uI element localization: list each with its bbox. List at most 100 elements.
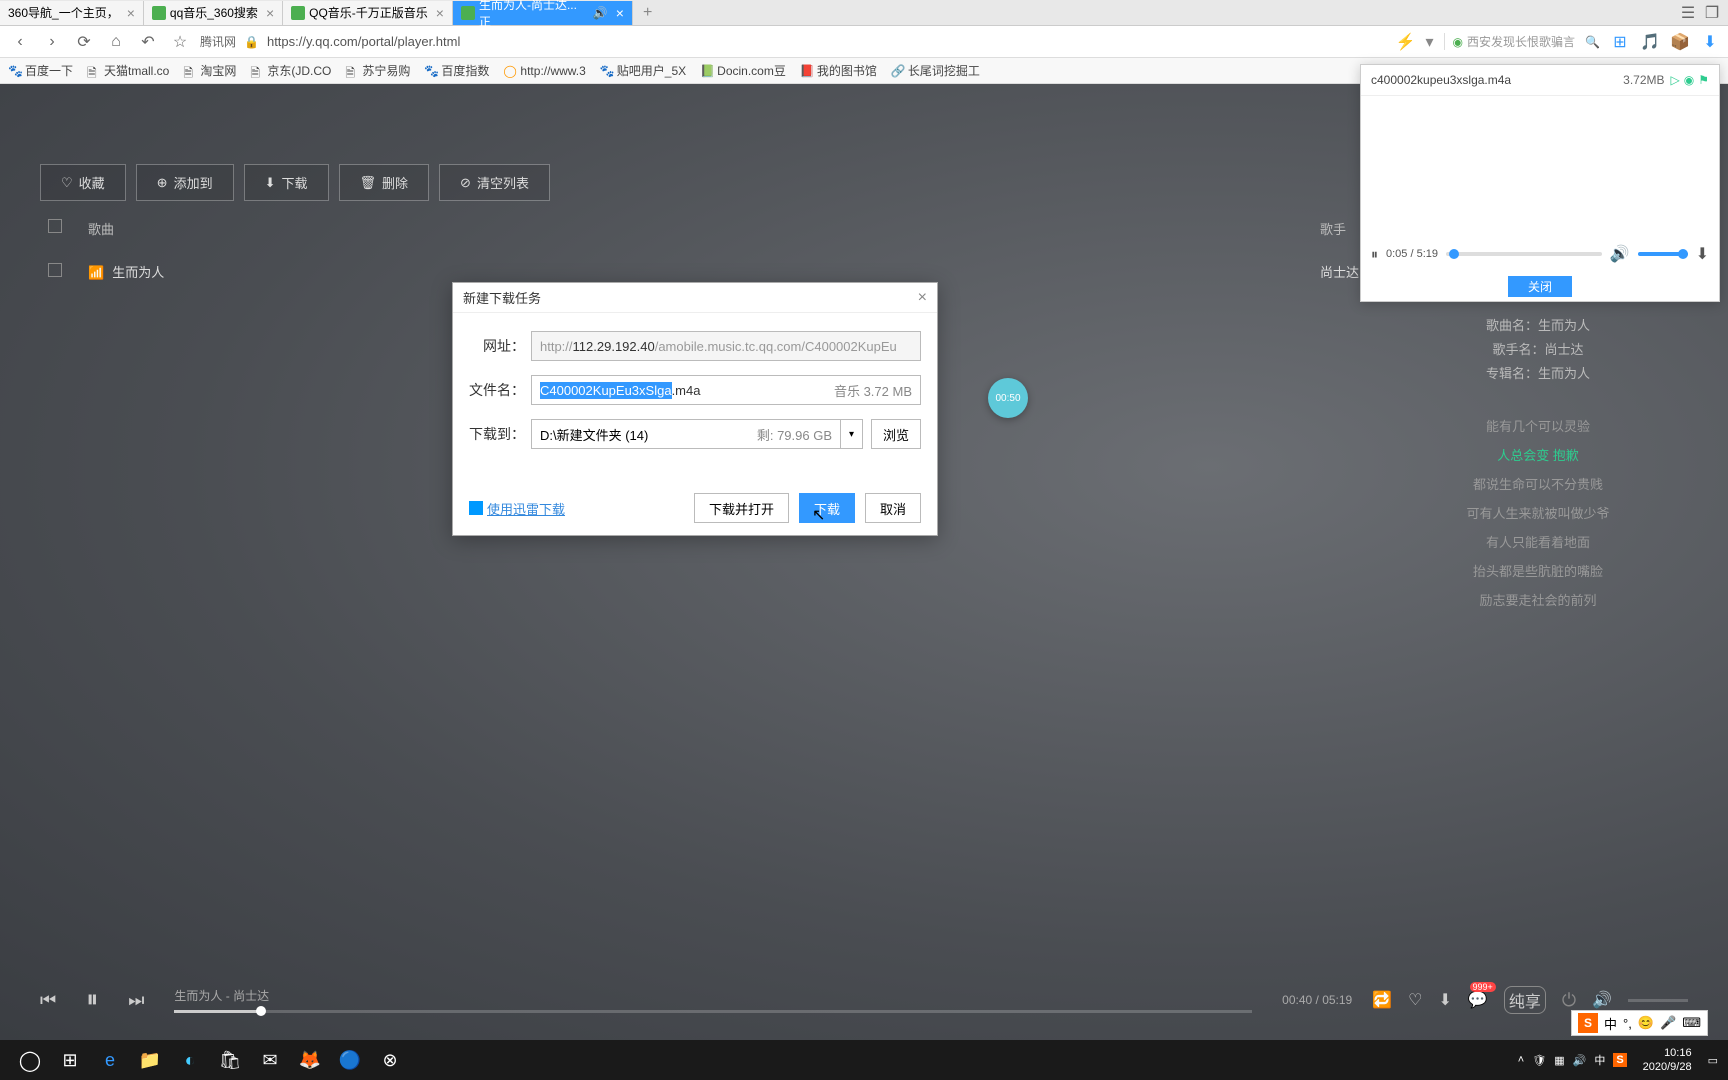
bookmark-item[interactable]: 🗎淘宝网 [183, 62, 236, 79]
tab-3-active[interactable]: 生而为人-尚士达...正🔊× [453, 1, 633, 25]
download-and-open-button[interactable]: 下载并打开 [694, 493, 789, 523]
search-input[interactable]: ◉ 西安发现长恨歌骗言 🔍 [1444, 33, 1600, 50]
ime-mode[interactable]: 中 [1604, 1014, 1617, 1033]
tab-1[interactable]: qq音乐_360搜索× [144, 1, 283, 25]
undo-button[interactable]: ↶ [136, 30, 160, 54]
bookmark-item[interactable]: 🗎京东(JD.CO [250, 62, 331, 79]
new-tab-button[interactable]: + [633, 4, 662, 22]
thunder-download-link[interactable]: 使用迅雷下载 [469, 499, 565, 518]
back-button[interactable]: ‹ [8, 30, 32, 54]
checkbox[interactable] [48, 263, 62, 277]
browse-button[interactable]: 浏览 [871, 419, 921, 449]
volume-slider[interactable] [1628, 999, 1688, 1002]
cancel-button[interactable]: 取消 [865, 493, 921, 523]
close-panel-button[interactable]: 关闭 [1508, 276, 1572, 297]
close-icon[interactable]: × [918, 289, 927, 307]
bookmark-item[interactable]: ◯http://www.3 [503, 64, 585, 78]
close-icon[interactable]: × [266, 5, 274, 21]
bookmark-item[interactable]: 🐾百度指数 [424, 62, 489, 79]
ime-toolbar[interactable]: S 中 °, 😊 🎤 ⌨ [1571, 1010, 1708, 1036]
open-icon[interactable]: ◉ [1684, 73, 1694, 87]
dialog-titlebar[interactable]: 新建下载任务 × [453, 283, 937, 313]
progress-slider[interactable] [174, 1010, 1252, 1013]
app-icon[interactable]: ⊗ [370, 1040, 410, 1080]
search-icon[interactable]: 🔍 [1585, 35, 1600, 49]
download-button[interactable]: 下载 [799, 493, 855, 523]
edge-icon[interactable]: e [90, 1040, 130, 1080]
play-icon[interactable]: ▷ [1671, 73, 1680, 87]
music-icon[interactable]: 🎵 [1640, 32, 1660, 52]
bookmark-item[interactable]: 🔗长尾词挖掘工 [891, 62, 980, 79]
path-input[interactable]: D:\新建文件夹 (14) 剩: 79.96 GB [531, 419, 841, 449]
floating-timer-bubble[interactable]: 00:50 [988, 378, 1028, 418]
chrome-icon[interactable]: 🔵 [330, 1040, 370, 1080]
flash-icon[interactable]: ⚡ [1396, 32, 1416, 52]
url-input[interactable]: https://y.qq.com/portal/player.html [267, 34, 460, 49]
pause-button[interactable]: ⏸ [1371, 246, 1378, 263]
bookmark-item[interactable]: 📗Docin.com豆 [700, 62, 786, 79]
checkbox[interactable] [48, 219, 62, 233]
sogou-tray-icon[interactable]: S [1613, 1053, 1626, 1067]
explorer-icon[interactable]: 📁 [130, 1040, 170, 1080]
pause-button[interactable]: ⏸ [86, 986, 98, 1014]
path-dropdown-button[interactable]: ▾ [841, 419, 863, 449]
dropdown-icon[interactable]: ▾ [1426, 32, 1434, 52]
tray-volume-icon[interactable]: 🔊 [1573, 1054, 1587, 1067]
bookmark-item[interactable]: 🐾百度一下 [8, 62, 73, 79]
preview-volume[interactable] [1638, 252, 1688, 256]
menu-icon[interactable]: ☰ [1680, 5, 1696, 21]
ime-keyboard-icon[interactable]: ⌨ [1682, 1015, 1701, 1031]
tray-security-icon[interactable]: 🛡 [1532, 1054, 1546, 1067]
forward-button[interactable]: › [40, 30, 64, 54]
close-icon[interactable]: × [127, 5, 135, 21]
mail-icon[interactable]: ✉ [250, 1040, 290, 1080]
restore-icon[interactable]: ❐ [1704, 5, 1720, 21]
tab-0[interactable]: 360导航_一个主页，× [0, 1, 144, 25]
tab-2[interactable]: QQ音乐-千万正版音乐× [283, 1, 453, 25]
loop-button[interactable]: 🔁 [1372, 990, 1392, 1010]
browser-icon[interactable]: ◐ [170, 1040, 210, 1080]
volume-button[interactable]: 🔊 [1592, 990, 1612, 1010]
delete-button[interactable]: 🗑删除 [339, 164, 430, 201]
add-to-button[interactable]: ⊕添加到 [136, 164, 234, 201]
download-button[interactable]: ⬇ [1438, 990, 1451, 1010]
download-button[interactable]: ⬇下载 [244, 164, 329, 201]
ime-mic-icon[interactable]: 🎤 [1660, 1015, 1676, 1031]
download-icon[interactable]: ⬇ [1700, 32, 1720, 52]
bookmark-item[interactable]: 🗎苏宁易购 [345, 62, 410, 79]
ime-punct-icon[interactable]: °, [1623, 1016, 1632, 1031]
bookmark-item[interactable]: 🐾贴吧用户_5X [600, 62, 686, 79]
sogou-ime-icon[interactable]: S [1578, 1013, 1598, 1033]
extension-icon[interactable]: 📦 [1670, 32, 1690, 52]
start-button[interactable]: ◯ [10, 1040, 50, 1080]
bookmark-item[interactable]: 📕我的图书馆 [800, 62, 877, 79]
ime-emoji-icon[interactable]: 😊 [1638, 1015, 1654, 1031]
tray-ime-icon[interactable]: 中 [1594, 1052, 1605, 1068]
volume-icon[interactable]: 🔊 [1610, 244, 1630, 264]
reload-button[interactable]: ⟳ [72, 30, 96, 54]
comment-button[interactable]: 💬999+ [1468, 990, 1488, 1010]
store-icon[interactable]: 🛍 [210, 1040, 250, 1080]
like-button[interactable]: ♡ [1408, 990, 1422, 1010]
flag-icon[interactable]: ⚑ [1698, 73, 1709, 87]
favorite-button[interactable]: ♡收藏 [40, 164, 126, 201]
download-icon[interactable]: ⬇ [1696, 244, 1709, 264]
filename-input[interactable]: C400002KupEu3xSlga.m4a 音乐 3.72 MB [531, 375, 921, 405]
apps-icon[interactable]: ⊞ [1610, 32, 1630, 52]
firefox-icon[interactable]: 🦊 [290, 1040, 330, 1080]
preview-progress[interactable] [1446, 252, 1602, 256]
clear-button[interactable]: ⊘清空列表 [439, 164, 550, 201]
tray-up-icon[interactable]: ˄ [1518, 1054, 1524, 1066]
download-item[interactable]: c400002kupeu3xslga.m4a 3.72MB ▷ ◉ ⚑ [1361, 65, 1719, 96]
home-button[interactable]: ⌂ [104, 30, 128, 54]
close-icon[interactable]: × [436, 5, 444, 21]
close-icon[interactable]: × [616, 5, 624, 21]
next-button[interactable]: ⏭ [128, 990, 144, 1011]
task-view-button[interactable]: ⊞ [50, 1040, 90, 1080]
url-input[interactable]: http://112.29.192.40/amobile.music.tc.qq… [531, 331, 921, 361]
pure-mode-button[interactable]: 纯享 [1504, 986, 1546, 1014]
site-identity[interactable]: 腾讯网 [200, 33, 236, 50]
tray-app-icon[interactable]: ▦ [1554, 1054, 1564, 1067]
toggle-off-icon[interactable]: ⏻ [1562, 990, 1576, 1011]
notifications-icon[interactable]: ▭ [1708, 1054, 1718, 1067]
